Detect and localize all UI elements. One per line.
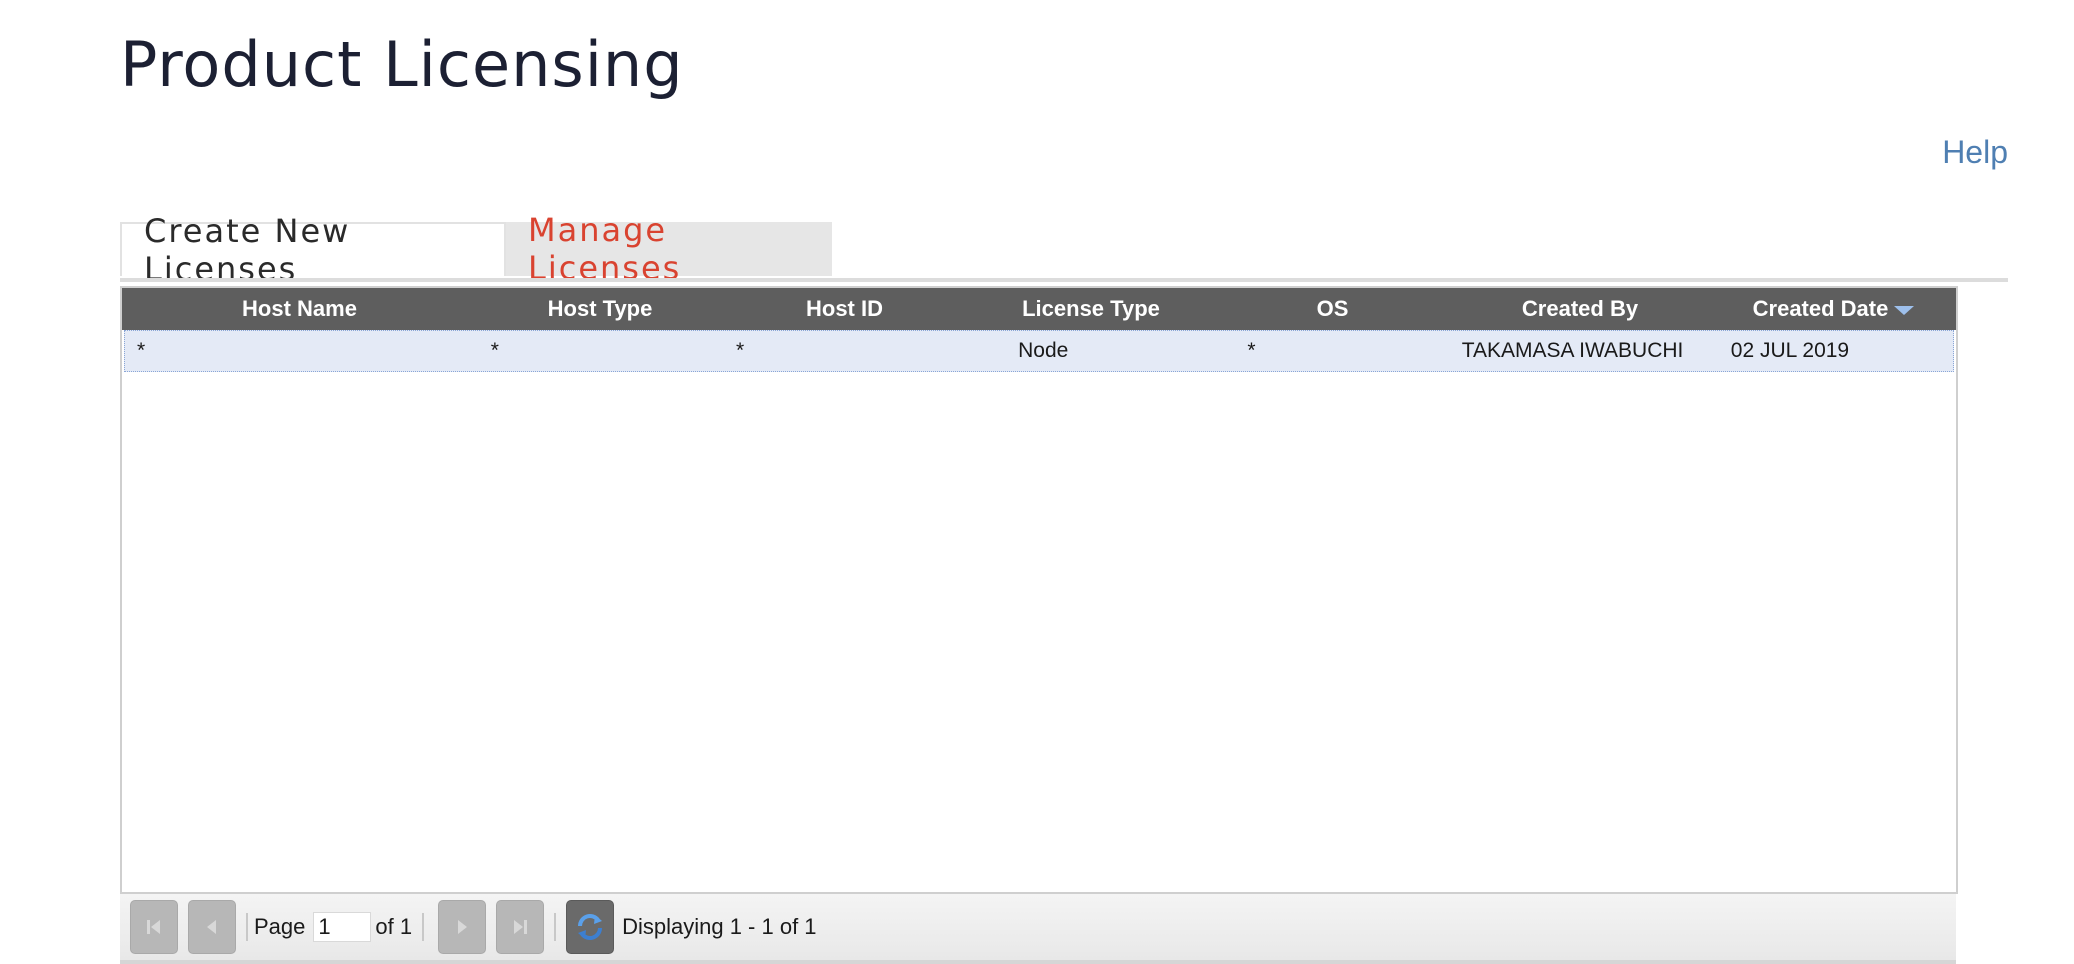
toolbar-separator [246, 913, 248, 941]
sort-desc-icon[interactable] [1894, 305, 1915, 315]
column-header-host-name[interactable]: Host Name [122, 296, 477, 322]
first-page-icon [147, 920, 160, 934]
help-link[interactable]: Help [1942, 134, 2008, 171]
cell-created-date: 02 JUL 2019 [1730, 339, 1850, 362]
column-header-created-date[interactable]: Created Date [1711, 296, 1956, 322]
next-page-button[interactable] [438, 900, 487, 954]
prev-page-button[interactable] [188, 900, 236, 954]
prev-page-icon [207, 920, 216, 934]
table-row[interactable]: * * * Node * TAKAMASA IWABUCHI 02 JUL 20… [124, 330, 1954, 372]
pagination-toolbar: Page of 1 Displaying 1 - 1 of 1 [120, 894, 1956, 964]
cell-os: * [1247, 339, 1256, 362]
tab-manage-licenses[interactable]: Manage Licenses [506, 211, 832, 287]
column-header-created-date-label: Created Date [1752, 296, 1889, 321]
page-label: Page [254, 914, 306, 939]
refresh-icon [578, 914, 603, 940]
page-title: Product Licensing [120, 28, 684, 101]
last-page-button[interactable] [496, 900, 545, 954]
cell-host-id: * [735, 339, 745, 362]
page-count-label: of 1 [375, 914, 413, 939]
cell-license-type: Node [1018, 339, 1069, 362]
display-count-text: Displaying 1 - 1 of 1 [622, 914, 817, 939]
cell-host-name: * [137, 339, 146, 362]
grid-header: Host Name Host Type Host ID License Type… [122, 288, 1956, 330]
toolbar-separator [554, 913, 557, 941]
refresh-button[interactable] [566, 900, 615, 954]
tab-divider [120, 278, 2008, 282]
toolbar-separator [422, 913, 425, 941]
column-header-host-type[interactable]: Host Type [477, 296, 723, 322]
first-page-button[interactable] [130, 900, 178, 954]
column-header-created-by[interactable]: Created By [1449, 296, 1711, 322]
column-header-host-id[interactable]: Host ID [723, 296, 966, 322]
last-page-icon [514, 920, 528, 934]
licenses-grid: Host Name Host Type Host ID License Type… [120, 286, 1958, 894]
cell-host-type: * [490, 339, 499, 362]
tab-bar: Create New Licenses Manage Licenses [120, 211, 832, 288]
tab-create-new-licenses[interactable]: Create New Licenses [120, 212, 506, 288]
column-header-license-type[interactable]: License Type [966, 296, 1216, 322]
cell-created-by: TAKAMASA IWABUCHI [1461, 339, 1684, 362]
column-header-os[interactable]: OS [1216, 296, 1449, 322]
next-page-icon [458, 920, 468, 934]
page-number-input[interactable] [313, 912, 372, 942]
